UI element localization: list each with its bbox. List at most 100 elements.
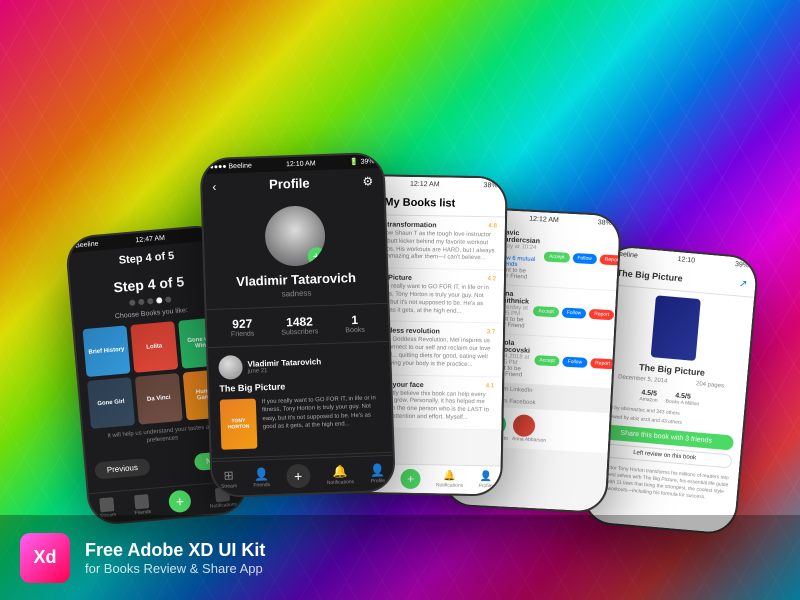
previous-button[interactable]: Previous [94, 458, 150, 480]
footer-title: Free Adobe XD UI Kit [85, 540, 265, 561]
tab-friends[interactable]: Friends [133, 493, 151, 515]
report-button-1[interactable]: Report [600, 254, 621, 265]
p2-time: 12:10 AM [286, 160, 316, 168]
accept-button-1[interactable]: Accept [544, 251, 570, 262]
p3-notif-label: Notifications [436, 482, 463, 488]
phones-container: Beeline 12:47 AM ●●● Step 4 of 5 Step 4 … [20, 60, 780, 510]
profile-avatar-section: + Vladimir Tatarovich sadness [203, 193, 388, 309]
book-thumbnail: TONY HORTON [220, 399, 258, 450]
report-button-3[interactable]: Report [590, 358, 616, 369]
book-pages: 204 pages [696, 381, 724, 389]
add-button[interactable]: + [168, 489, 192, 513]
book-preview-desc: If you really want to GO FOR IT, in life… [262, 394, 383, 448]
subscribers-count: 1482 [281, 314, 318, 329]
subscribers-label: Subscribers [281, 328, 318, 336]
p3-profile-label: Profile [478, 483, 492, 489]
follow-button-2[interactable]: Follow [561, 307, 586, 318]
book-preview-row: TONY HORTON If you really want to GO FOR… [220, 394, 383, 450]
dot-5 [165, 296, 172, 303]
p3-tab-profile[interactable]: 👤 Profile [478, 471, 492, 489]
p2-tab-notifications[interactable]: 🔔 Notifications [326, 464, 354, 486]
stat-subscribers: 1482 Subscribers [281, 314, 319, 336]
accept-button-3[interactable]: Accept [534, 355, 560, 366]
book-cover-2[interactable]: Lolita [130, 321, 178, 373]
status-carrier: Beeline [75, 240, 99, 249]
stat-friends: 927 Friends [230, 317, 254, 339]
p5-share-icon[interactable]: ↗ [738, 278, 747, 290]
p3-notif-icon: 🔔 [443, 470, 456, 481]
book-cover-5-label: Da Vinci [135, 373, 183, 425]
book-detail-cover [651, 295, 701, 361]
follow-button-3[interactable]: Follow [562, 357, 587, 368]
xd-label: Xd [33, 547, 56, 568]
footer-text: Free Adobe XD UI Kit for Books Review & … [85, 540, 265, 576]
book-cover-4-label: Gone Girl [87, 377, 135, 429]
avatar-add-icon[interactable]: + [307, 247, 326, 266]
p3-time: 12:12 AM [410, 180, 440, 188]
p2-tab-profile[interactable]: 👤 Profile [370, 463, 386, 485]
dot-1 [129, 300, 136, 307]
book-cover-4[interactable]: Gone Girl [87, 377, 135, 429]
p4-battery: 38% [598, 219, 612, 227]
p3-profile-icon: 👤 [479, 471, 492, 482]
profile-name: Vladimir Tatarovich [236, 270, 356, 289]
book-author-row: Vladimir Tatarovich june 21 [218, 350, 380, 380]
book-cover-1-label: Brief History [82, 325, 130, 377]
stat-books: 1 Books [345, 313, 365, 335]
book-thumb-text: TONY HORTON [220, 417, 256, 430]
book-preview-title: The Big Picture [219, 378, 380, 394]
bottom-bar: Xd Free Adobe XD UI Kit for Books Review… [0, 515, 800, 600]
book-cover-2-label: Lolita [130, 321, 178, 373]
p2-carrier: ●●●● Beeline [209, 162, 251, 170]
friend-action-btns-3: Accept Follow Report [534, 355, 615, 369]
phone2-tab-bar: ⊞ Stream 👤 Friends + 🔔 Notifications 👤 P… [212, 455, 394, 496]
profile-book-preview: Vladimir Tatarovich june 21 The Big Pict… [208, 342, 393, 458]
friend-action-btns-2: Accept Follow Report [533, 306, 614, 320]
p3-tab-notif[interactable]: 🔔 Notifications [436, 470, 464, 488]
book-cover-1[interactable]: Brief History [82, 325, 130, 377]
p2-stream-label: Stream [221, 483, 237, 490]
phone2-screen: ●●●● Beeline 12:10 AM 🔋 39% ‹ Profile ⚙ … [201, 154, 394, 496]
book-rating-3: 3.7 [487, 330, 495, 339]
book-date: December 5, 2014 [618, 374, 668, 384]
amazon-label: Amazon [639, 396, 658, 404]
p2-battery: 🔋 39% [350, 157, 375, 166]
p4-time: 12:12 AM [529, 215, 559, 224]
book-author-avatar [218, 355, 243, 380]
p2-stream-icon: ⊞ [223, 468, 234, 482]
p2-tab-friends[interactable]: 👤 Friends [253, 467, 270, 489]
books-rating-item: 4.5/5 Books A Million [665, 392, 700, 408]
book-cover-container [597, 285, 754, 372]
profile-title: Profile [269, 175, 310, 191]
amazon-rating-item: 4.5/5 Amazon [639, 389, 658, 404]
p2-tab-stream[interactable]: ⊞ Stream [220, 468, 237, 490]
footer-subtitle: for Books Review & Share App [85, 561, 265, 576]
accept-button-2[interactable]: Accept [533, 306, 559, 317]
p3-add-button[interactable]: + [400, 469, 420, 489]
p2-add-button[interactable]: + [286, 464, 311, 489]
p5-battery: 39% [735, 261, 750, 269]
avatar-group-3: Anna Abbarson [512, 414, 548, 444]
back-icon[interactable]: ‹ [212, 179, 216, 193]
p2-profile-label: Profile [371, 478, 385, 484]
p2-profile-icon: 👤 [370, 463, 385, 478]
book-desc-1: I know Shaun T as the tough love instruc… [375, 230, 497, 263]
small-avatar-3 [512, 414, 535, 437]
friends-icon [134, 494, 149, 509]
p2-notif-icon: 🔔 [332, 464, 347, 479]
book-cover-5[interactable]: Da Vinci [135, 373, 183, 425]
books-list-title: My Books list [384, 196, 455, 209]
report-button-2[interactable]: Report [589, 309, 615, 320]
p2-notif-label: Notifications [327, 479, 354, 486]
p3-battery: 38% [484, 182, 498, 189]
xd-badge: Xd [20, 533, 70, 583]
book-info-3: Goddess revolution 3.7 In The Goddess Re… [373, 328, 495, 370]
follow-button-1[interactable]: Follow [572, 253, 597, 264]
phone1-title: Step 4 of 5 [118, 250, 174, 267]
avatar-name-3: Anna Abbarson [512, 436, 546, 444]
profile-mood: sadness [282, 288, 312, 298]
notifications-label: Notifications [210, 501, 238, 509]
phone-profile-screen: ●●●● Beeline 12:10 AM 🔋 39% ‹ Profile ⚙ … [199, 152, 396, 498]
settings-icon[interactable]: ⚙ [362, 174, 373, 188]
book-desc-2: If you really want to GO FOR IT, in life… [374, 283, 496, 316]
